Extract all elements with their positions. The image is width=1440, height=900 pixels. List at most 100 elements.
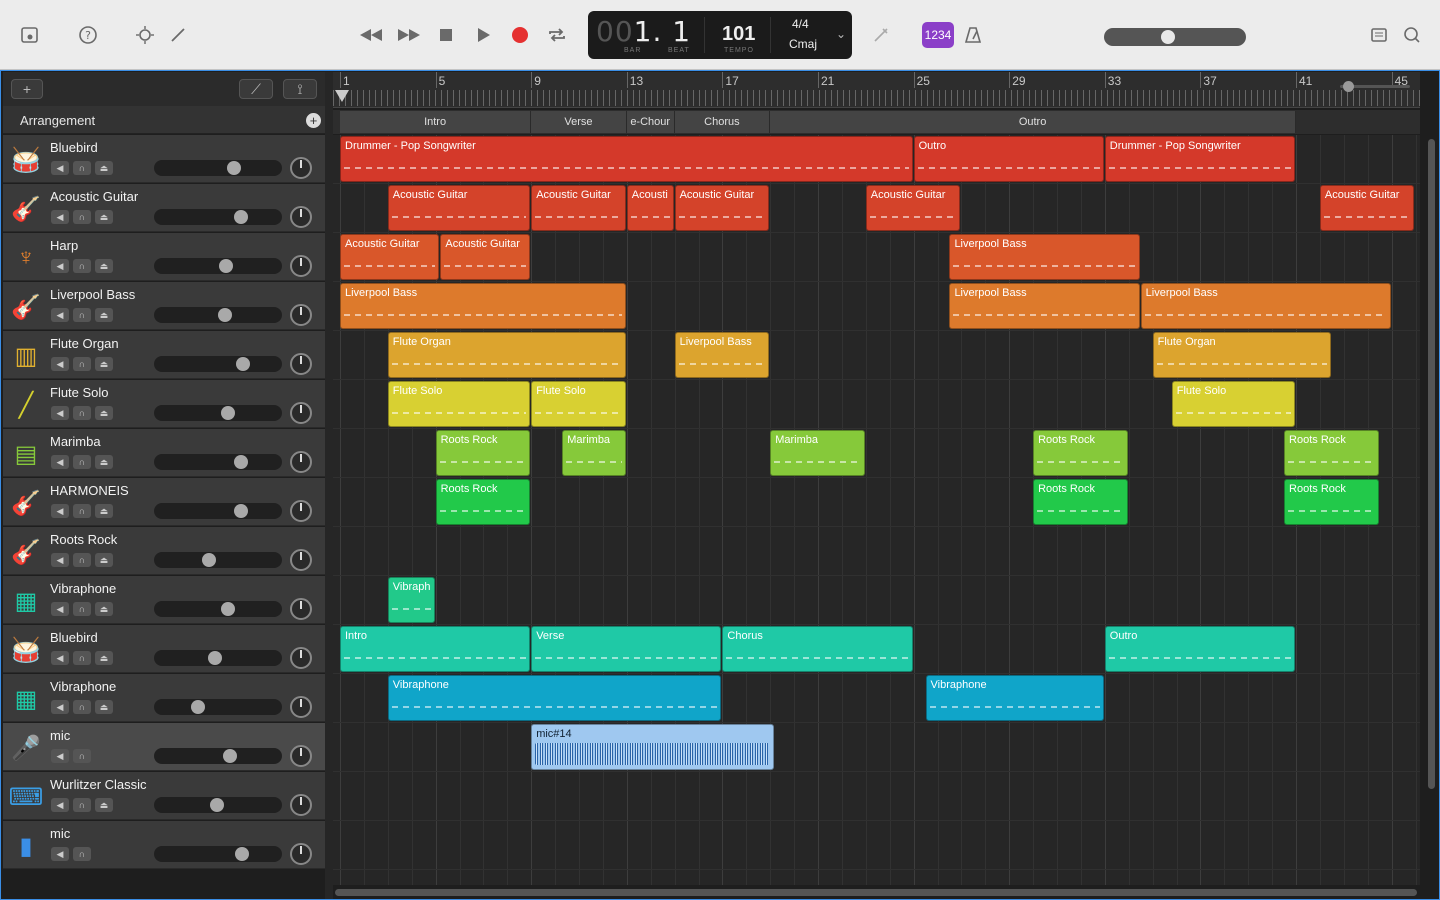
midi-region[interactable]: Flute Organ — [387, 332, 626, 378]
volume-slider[interactable] — [154, 307, 282, 323]
midi-region[interactable]: Intro — [340, 626, 531, 672]
volume-knob[interactable] — [221, 406, 236, 420]
pan-knob[interactable] — [290, 598, 312, 620]
record-enable-icon[interactable]: ⏏ — [95, 651, 113, 665]
midi-region[interactable]: Liverpool Bass — [949, 234, 1140, 280]
mute-icon[interactable]: ◀ — [51, 161, 69, 175]
midi-region[interactable]: Roots Rock — [1284, 479, 1379, 525]
headphones-icon[interactable]: ∩ — [73, 504, 91, 518]
volume-knob[interactable] — [190, 700, 205, 714]
mute-icon[interactable]: ◀ — [51, 602, 69, 616]
headphones-icon[interactable]: ∩ — [73, 553, 91, 567]
volume-slider[interactable] — [154, 552, 282, 568]
track-name[interactable]: Marimba — [50, 434, 101, 449]
midi-region[interactable]: Outro — [1104, 626, 1295, 672]
midi-region[interactable]: Vibraphone — [925, 675, 1104, 721]
stop-icon[interactable] — [433, 25, 459, 45]
volume-slider[interactable] — [154, 699, 282, 715]
track-header[interactable]: ▤ Marimba ◀ ∩ ⏏ — [3, 429, 325, 477]
volume-knob[interactable] — [202, 553, 217, 567]
record-enable-icon[interactable]: ⏏ — [95, 259, 113, 273]
midi-region[interactable]: Flute Solo — [387, 381, 531, 427]
track-header[interactable]: 🎸 Acoustic Guitar ◀ ∩ ⏏ — [3, 184, 325, 232]
record-enable-icon[interactable]: ⏏ — [95, 210, 113, 224]
midi-region[interactable]: Liverpool Bass — [340, 283, 626, 329]
track-name[interactable]: Roots Rock — [50, 532, 117, 547]
headphones-icon[interactable]: ∩ — [73, 798, 91, 812]
arrangement-marker[interactable]: Outro — [770, 111, 1296, 133]
volume-knob[interactable] — [207, 651, 222, 665]
horizontal-scrollbar[interactable] — [333, 886, 1420, 900]
automation-icon[interactable]: ⟋ — [239, 79, 273, 99]
add-marker-icon[interactable]: + — [306, 113, 321, 128]
vertical-scrollbar[interactable] — [1422, 135, 1440, 885]
headphones-icon[interactable]: ∩ — [73, 455, 91, 469]
track-header[interactable]: 🥁 Bluebird ◀ ∩ ⏏ — [3, 625, 325, 673]
midi-region[interactable]: Vibraph — [387, 577, 435, 623]
editors-icon[interactable] — [165, 25, 191, 45]
track-header[interactable]: ⌨ Wurlitzer Classic ◀ ∩ ⏏ — [3, 772, 325, 820]
track-name[interactable]: mic — [50, 728, 70, 743]
pan-knob[interactable] — [290, 647, 312, 669]
track-name[interactable]: Acoustic Guitar — [50, 189, 138, 204]
pan-knob[interactable] — [290, 843, 312, 865]
headphones-icon[interactable]: ∩ — [73, 308, 91, 322]
midi-region[interactable]: Vibraphone — [387, 675, 722, 721]
mute-icon[interactable]: ◀ — [51, 847, 69, 861]
headphones-icon[interactable]: ∩ — [73, 651, 91, 665]
mute-icon[interactable]: ◀ — [51, 553, 69, 567]
arrangement-marker[interactable]: Verse — [531, 111, 627, 133]
headphones-icon[interactable]: ∩ — [73, 210, 91, 224]
playhead-icon[interactable] — [335, 90, 349, 102]
panel-divider[interactable] — [325, 72, 333, 900]
volume-slider[interactable] — [154, 356, 282, 372]
midi-region[interactable]: Roots Rock — [1284, 430, 1379, 476]
midi-region[interactable]: Outro — [913, 136, 1104, 182]
track-header[interactable]: 🎸 Roots Rock ◀ ∩ ⏏ — [3, 527, 325, 575]
track-header[interactable]: ▦ Vibraphone ◀ ∩ ⏏ — [3, 576, 325, 624]
pan-knob[interactable] — [290, 696, 312, 718]
audio-region[interactable]: mic#14 — [531, 724, 774, 770]
record-enable-icon[interactable]: ⏏ — [95, 700, 113, 714]
mute-icon[interactable]: ◀ — [51, 357, 69, 371]
track-header[interactable]: ╱ Flute Solo ◀ ∩ ⏏ — [3, 380, 325, 428]
track-name[interactable]: Flute Organ — [50, 336, 119, 351]
headphones-icon[interactable]: ∩ — [73, 406, 91, 420]
lcd-display[interactable]: 001. 1 BAR BEAT 101 TEMPO 4/4 Cmaj ⌄ — [588, 11, 852, 59]
track-header[interactable]: 🥁 Bluebird ◀ ∩ ⏏ — [3, 135, 325, 183]
pan-knob[interactable] — [290, 794, 312, 816]
mute-icon[interactable]: ◀ — [51, 749, 69, 763]
midi-region[interactable]: Roots Rock — [435, 430, 531, 476]
metronome-icon[interactable] — [960, 25, 986, 45]
midi-region[interactable]: Acousti — [626, 185, 674, 231]
track-name[interactable]: Vibraphone — [50, 581, 116, 596]
headphones-icon[interactable]: ∩ — [73, 749, 91, 763]
tracks-area[interactable]: Drummer - Pop Songwriter Outro Drummer - P… — [333, 135, 1420, 885]
mute-icon[interactable]: ◀ — [51, 308, 69, 322]
volume-knob[interactable] — [210, 798, 224, 812]
record-enable-icon[interactable]: ⏏ — [95, 406, 113, 420]
record-enable-icon[interactable]: ⏏ — [95, 553, 113, 567]
volume-knob[interactable] — [221, 602, 236, 616]
headphones-icon[interactable]: ∩ — [73, 602, 91, 616]
midi-region[interactable]: Flute Solo — [531, 381, 626, 427]
record-enable-icon[interactable]: ⏏ — [95, 602, 113, 616]
mute-icon[interactable]: ◀ — [51, 651, 69, 665]
midi-region[interactable]: Marimba — [562, 430, 626, 476]
midi-region[interactable]: Acoustic Guitar — [440, 234, 531, 280]
headphones-icon[interactable]: ∩ — [73, 357, 91, 371]
pan-knob[interactable] — [290, 157, 312, 179]
count-in-button[interactable]: 1234 — [922, 22, 954, 48]
volume-slider[interactable] — [154, 748, 282, 764]
master-volume-knob[interactable] — [1160, 30, 1175, 44]
volume-slider[interactable] — [154, 454, 282, 470]
library-icon[interactable] — [17, 25, 43, 45]
master-volume-slider[interactable] — [1104, 28, 1246, 46]
record-enable-icon[interactable]: ⏏ — [95, 357, 113, 371]
pan-knob[interactable] — [290, 549, 312, 571]
play-icon[interactable] — [470, 25, 496, 45]
midi-region[interactable]: Acoustic Guitar — [340, 234, 440, 280]
tuner-icon[interactable] — [868, 25, 894, 45]
arrangement-marker[interactable]: e-Chour — [626, 111, 675, 133]
headphones-icon[interactable]: ∩ — [73, 700, 91, 714]
